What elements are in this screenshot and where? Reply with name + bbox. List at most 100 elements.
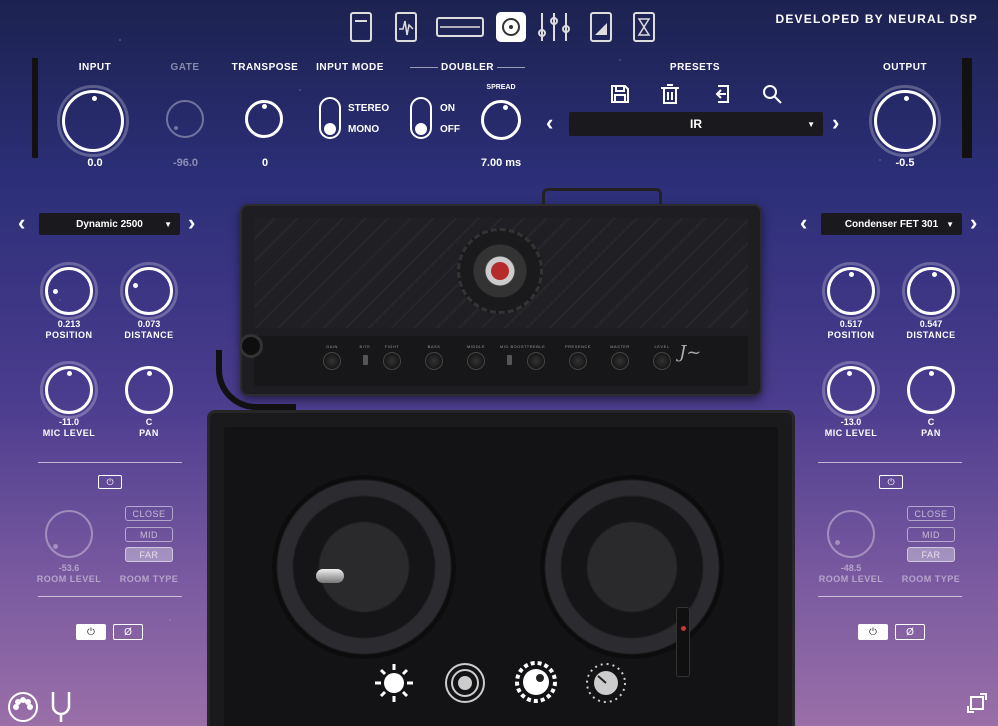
volume-icon[interactable]	[587, 10, 615, 44]
amp-logo-badge	[457, 228, 543, 314]
preset-prev-button[interactable]: ‹	[546, 112, 553, 134]
right-room-power-button[interactable]: ⏻	[879, 475, 903, 489]
left-mic-dropdown[interactable]: Dynamic 2500 ▼	[39, 213, 180, 235]
left-room-close-button[interactable]: CLOSE	[125, 506, 173, 521]
transpose-knob[interactable]	[245, 100, 283, 138]
amp-fight-knob[interactable]: FIGHT	[374, 344, 410, 370]
spread-value: 7.00 ms	[480, 157, 522, 169]
amp-treble-knob[interactable]: TREBLE	[518, 344, 554, 370]
input-knob[interactable]	[57, 85, 129, 157]
right-mic-level-label: MIC LEVEL	[824, 428, 878, 438]
cabinet	[207, 410, 795, 726]
input-mode-mono[interactable]: MONO	[348, 124, 379, 135]
left-room-level-knob[interactable]	[45, 510, 93, 558]
preset-dropdown[interactable]: IR ▼	[569, 112, 823, 136]
right-room-level-value: -48.5	[840, 563, 862, 573]
left-mic-next-button[interactable]: ›	[188, 212, 195, 234]
gate-label: GATE	[170, 62, 200, 73]
doubler-on[interactable]: ON	[440, 103, 455, 114]
right-distance-knob[interactable]	[902, 262, 960, 320]
amp-mid-boost-knob[interactable]: MID BOOST	[500, 344, 527, 365]
right-pan-value: C	[927, 417, 935, 427]
tuner-fork-icon[interactable]	[48, 690, 74, 726]
left-mic-level-knob[interactable]	[40, 361, 98, 419]
spiral-icon[interactable]	[443, 662, 487, 709]
amp-level-knob[interactable]: LEVEL	[644, 344, 680, 370]
presets-label: PRESETS	[669, 62, 721, 73]
left-room-power-button[interactable]: ⏻	[98, 475, 122, 489]
import-icon[interactable]	[710, 83, 732, 110]
amp-head-icon[interactable]	[347, 10, 375, 44]
speaker-right	[540, 475, 724, 659]
amp-control-label: LEVEL	[654, 344, 670, 349]
amp-control-label: MID BOOST	[500, 344, 527, 349]
right-room-level-knob[interactable]	[827, 510, 875, 558]
left-mic-phase-button[interactable]: Ø	[113, 624, 143, 640]
doubler-toggle[interactable]	[410, 97, 432, 139]
signature: J~	[679, 342, 702, 363]
amp-presence-knob[interactable]: PRESENCE	[560, 344, 596, 370]
right-mic-level-value: -13.0	[840, 417, 862, 427]
rack-icon[interactable]	[435, 10, 485, 44]
right-mic-power-button[interactable]: ⏻	[858, 624, 888, 640]
trash-icon[interactable]	[659, 83, 681, 110]
save-icon[interactable]	[609, 83, 631, 110]
output-knob[interactable]	[869, 85, 941, 157]
gear-sun-icon[interactable]	[373, 662, 415, 709]
right-room-close-button[interactable]: CLOSE	[907, 506, 955, 521]
right-mic-next-button[interactable]: ›	[970, 212, 977, 234]
amp-middle-knob[interactable]: MIDDLE	[458, 344, 494, 370]
chevron-down-icon: ▼	[946, 219, 954, 229]
gate-knob[interactable]	[166, 100, 204, 138]
left-distance-knob[interactable]	[120, 262, 178, 320]
resize-icon[interactable]	[966, 692, 988, 719]
left-position-knob[interactable]	[40, 262, 98, 320]
preset-current: IR	[690, 117, 702, 131]
left-pan-label: PAN	[139, 428, 159, 438]
amp-gain-knob[interactable]: GAIN	[314, 344, 350, 370]
right-mic-phase-button[interactable]: Ø	[895, 624, 925, 640]
gate-value: -96.0	[172, 157, 199, 169]
eq-sliders-icon[interactable]	[535, 10, 573, 44]
input-mode-stereo[interactable]: STEREO	[348, 103, 389, 114]
pedal-icon[interactable]	[392, 10, 420, 44]
left-position-label: POSITION	[45, 330, 93, 340]
right-room-level-label: ROOM LEVEL	[818, 574, 884, 584]
cab-icon[interactable]	[495, 10, 527, 44]
power-icon: ⏻	[869, 626, 877, 638]
amp-control-label: BITE	[359, 344, 371, 349]
gear-knob-icon[interactable]	[514, 660, 558, 709]
right-distance-value: 0.547	[919, 319, 943, 329]
spread-knob[interactable]	[481, 100, 521, 140]
right-position-knob[interactable]	[822, 262, 880, 320]
search-icon[interactable]	[761, 83, 783, 110]
right-mic-prev-button[interactable]: ‹	[800, 212, 807, 234]
hourglass-icon[interactable]	[630, 10, 658, 44]
dial-icon[interactable]	[584, 662, 628, 709]
amp-master-knob[interactable]: MASTER	[602, 344, 638, 370]
right-mic-level-knob[interactable]	[822, 361, 880, 419]
input-meter	[32, 58, 38, 158]
amp-bass-knob[interactable]: BASS	[416, 344, 452, 370]
right-room-far-button[interactable]: FAR	[907, 547, 955, 562]
midi-icon[interactable]	[6, 690, 40, 726]
preset-next-button[interactable]: ›	[832, 112, 839, 134]
left-mic-prev-button[interactable]: ‹	[18, 212, 25, 234]
right-mic[interactable]	[676, 607, 690, 677]
right-room-mid-button[interactable]: MID	[907, 527, 955, 542]
left-mic[interactable]	[316, 569, 344, 583]
left-distance-value: 0.073	[137, 319, 161, 329]
input-mode-toggle[interactable]	[319, 97, 341, 139]
doubler-off[interactable]: OFF	[440, 124, 460, 135]
left-pan-knob[interactable]	[125, 366, 173, 414]
left-mic-power-button[interactable]: ⏻	[76, 624, 106, 640]
left-room-mid-button[interactable]: MID	[125, 527, 173, 542]
right-pan-knob[interactable]	[907, 366, 955, 414]
amp-head: GAIN BITE FIGHT BASS MIDDLE MID BOOST TREBLE PR…	[239, 188, 762, 396]
right-mic-dropdown[interactable]: Condenser FET 301 ▼	[821, 213, 962, 235]
amp-control-label: FIGHT	[384, 344, 400, 349]
amp-bite-knob[interactable]: BITE	[356, 344, 374, 365]
right-mic-model: Condenser FET 301	[844, 218, 939, 230]
output-meter	[962, 58, 972, 158]
left-room-far-button[interactable]: FAR	[125, 547, 173, 562]
